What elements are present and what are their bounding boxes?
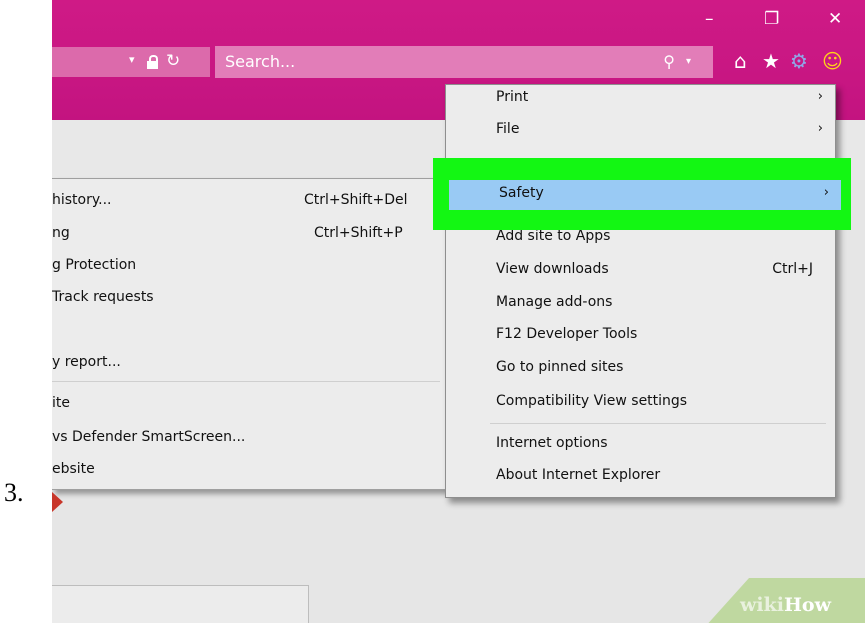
submenu-shortcut: Ctrl+Shift+Del <box>304 192 408 208</box>
menu-item-label: Add site to Apps <box>496 228 611 244</box>
menu-item-label: Safety <box>499 185 544 201</box>
highlight-callout: Safety › <box>433 158 851 230</box>
search-dropdown-icon[interactable]: ▾ <box>686 56 691 67</box>
menu-item-label: View downloads <box>496 261 609 277</box>
menu-item-manage-add-ons[interactable]: Manage add-ons <box>446 290 835 318</box>
chevron-right-icon: › <box>817 121 823 136</box>
search-placeholder: Search... <box>225 52 296 71</box>
chevron-right-icon: › <box>817 89 823 104</box>
feedback-smiley-icon[interactable]: ☺ <box>822 48 843 74</box>
menu-item-label: About Internet Explorer <box>496 467 661 483</box>
step-number: 3. <box>4 478 24 507</box>
chevron-right-icon: › <box>823 185 829 200</box>
page-input-field <box>52 585 309 623</box>
menu-item-go-to-pinned-sites[interactable]: Go to pinned sites <box>446 355 835 383</box>
address-dropdown-icon[interactable]: ▾ <box>129 53 135 66</box>
menu-separator <box>490 423 826 424</box>
menu-item-f12-developer-tools[interactable]: F12 Developer Tools <box>446 322 835 350</box>
menu-item-label: File <box>496 121 520 137</box>
watermark-logo: wikiHow <box>740 594 831 616</box>
search-icon[interactable]: ⚲ <box>663 52 675 71</box>
menu-item-about-internet-explorer[interactable]: About Internet Explorer <box>446 463 835 491</box>
lock-icon <box>147 55 158 69</box>
close-button[interactable]: ✕ <box>828 6 842 32</box>
submenu-separator <box>52 381 440 382</box>
menu-item-label: Go to pinned sites <box>496 359 624 375</box>
menu-item-label: F12 Developer Tools <box>496 326 638 342</box>
submenu-shortcut: Ctrl+Shift+P <box>314 225 403 241</box>
restore-button[interactable]: ❐ <box>764 6 779 32</box>
tools-menu: Print › File › Add site to Apps View dow… <box>445 84 836 498</box>
address-bar[interactable]: ▾ ↻ <box>52 47 210 77</box>
red-arrow-icon <box>52 492 63 512</box>
menu-item-label: Internet options <box>496 435 608 451</box>
menu-item-view-downloads[interactable]: View downloads Ctrl+J <box>446 257 835 285</box>
menu-item-shortcut: Ctrl+J <box>772 261 813 277</box>
refresh-icon[interactable]: ↻ <box>166 51 180 71</box>
menu-item-print[interactable]: Print › <box>446 85 835 113</box>
submenu-item-delete-history[interactable]: history... <box>52 190 112 210</box>
submenu-item-check-site[interactable]: ite <box>52 393 70 413</box>
safety-submenu: history... Ctrl+Shift+Del ng Ctrl+Shift+… <box>52 178 449 490</box>
menu-item-compatibility-view-settings[interactable]: Compatibility View settings <box>446 389 835 417</box>
menu-item-label: Print <box>496 89 529 105</box>
menu-item-label: Manage add-ons <box>496 294 613 310</box>
submenu-item-inprivate[interactable]: ng <box>52 223 70 243</box>
favorites-star-icon[interactable]: ★ <box>762 48 780 74</box>
menu-item-safety[interactable]: Safety › <box>449 180 841 210</box>
menu-item-internet-options[interactable]: Internet options <box>446 431 835 459</box>
minimize-button[interactable]: – <box>705 6 714 32</box>
search-input[interactable]: Search... ⚲ ▾ <box>215 46 713 78</box>
menu-item-label: Compatibility View settings <box>496 393 688 409</box>
submenu-item-smartscreen[interactable]: vs Defender SmartScreen... <box>52 427 245 447</box>
browser-screenshot: – ❐ ✕ ▾ ↻ Search... ⚲ ▾ ⌂ ★ ⚙ ☺ history.… <box>52 0 865 623</box>
submenu-item-privacy-report[interactable]: y report... <box>52 352 121 372</box>
submenu-item-report-website[interactable]: ebsite <box>52 459 95 479</box>
menu-item-file[interactable]: File › <box>446 117 835 145</box>
home-icon[interactable]: ⌂ <box>734 48 747 74</box>
submenu-item-do-not-track[interactable]: Track requests <box>52 287 154 307</box>
tools-gear-icon[interactable]: ⚙ <box>790 48 808 74</box>
submenu-item-tracking-protection[interactable]: g Protection <box>52 255 136 275</box>
